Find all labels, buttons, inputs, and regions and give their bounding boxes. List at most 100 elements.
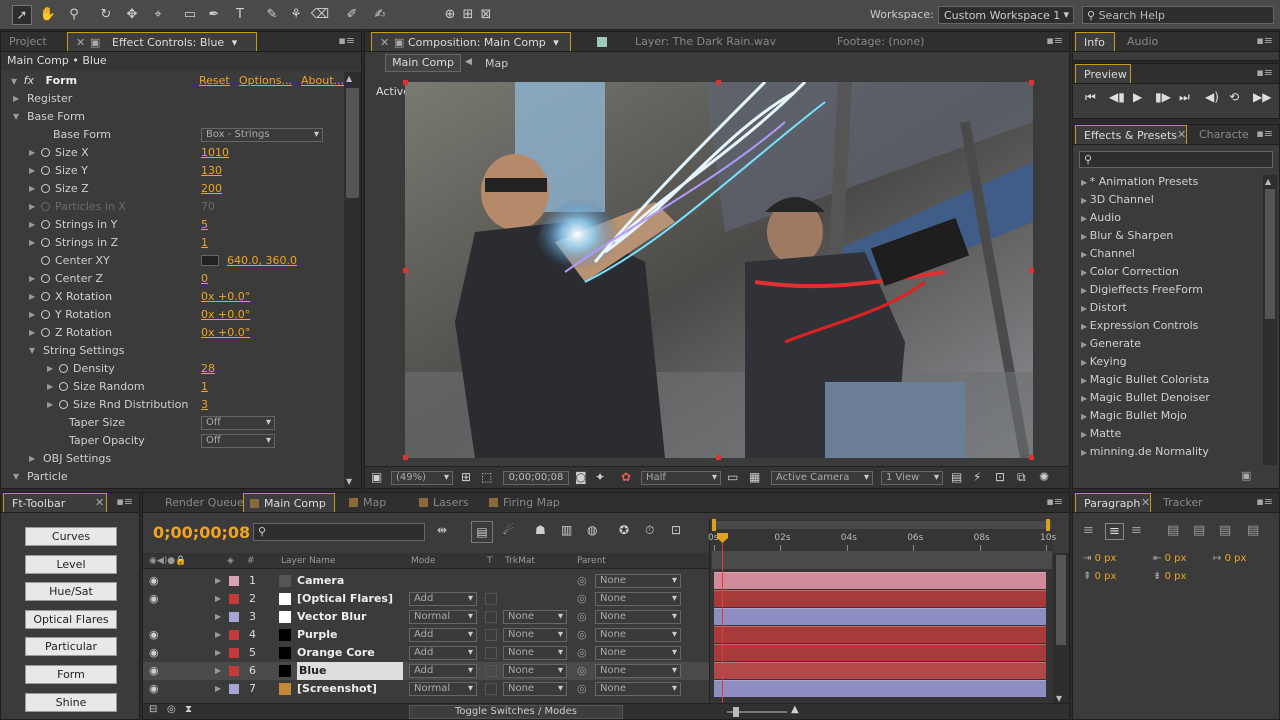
stopwatch-icon[interactable] (41, 256, 50, 265)
layer-name[interactable]: Orange Core (297, 644, 403, 662)
tab-effect-controls[interactable]: ✕ ▣ Effect Controls: Blue ▾ (67, 32, 257, 51)
scrollbar-thumb[interactable] (1265, 189, 1275, 319)
expand-triangle-icon[interactable]: ▼ (13, 468, 19, 486)
effects-category[interactable]: ▶ Color Correction (1081, 263, 1179, 281)
property-value[interactable]: 0 (201, 270, 208, 288)
stopwatch-icon[interactable] (41, 148, 50, 157)
property-row[interactable]: ▼ Particle (1, 468, 343, 486)
panel-menu-icon[interactable]: ▪≡ (1256, 127, 1273, 140)
roto-brush-tool-icon[interactable]: ✐ (342, 5, 362, 25)
camera-view-dropdown[interactable]: Active Camera (771, 471, 873, 485)
property-row[interactable]: ▶ X Rotation 0x +0.0° (1, 288, 343, 306)
tab-preview[interactable]: Preview (1075, 64, 1131, 83)
blend-mode-dropdown[interactable]: Add (409, 592, 477, 606)
ram-preview-icon[interactable]: ▶▶ (1253, 90, 1271, 104)
visibility-eye-icon[interactable]: ◉ (149, 590, 159, 608)
expand-triangle-icon[interactable]: ▶ (29, 450, 35, 468)
property-value[interactable]: 0x +0.0° (201, 324, 250, 342)
axis-mode-icon[interactable]: ⊕ (440, 5, 460, 25)
effects-category[interactable]: ▶ Blur & Sharpen (1081, 227, 1173, 245)
parent-dropdown[interactable]: None (595, 664, 681, 678)
property-row[interactable]: ▶ Strings in Z 1 (1, 234, 343, 252)
align-center-icon[interactable]: ≡ (1105, 523, 1124, 540)
puppet-tool-icon[interactable]: ✍ (370, 5, 390, 25)
expand-triangle-icon[interactable]: ▶ (1081, 232, 1090, 241)
expand-triangle-icon[interactable]: ▶ (215, 572, 221, 590)
expand-triangle-icon[interactable]: ▶ (1081, 340, 1090, 349)
expand-triangle-icon[interactable]: ▶ (1081, 358, 1090, 367)
label-color-swatch[interactable] (229, 684, 239, 694)
close-icon[interactable]: ✕ (95, 496, 104, 509)
expand-triangle-icon[interactable]: ▶ (29, 270, 35, 288)
label-color-swatch[interactable] (229, 594, 239, 604)
eraser-tool-icon[interactable]: ⌫ (310, 5, 330, 25)
property-row[interactable]: Taper Opacity Off (1, 432, 343, 450)
layer-row[interactable]: ◉ ▶ 5 Orange Core Add None ◎ None (143, 644, 709, 662)
close-icon[interactable]: ✕ (76, 33, 85, 51)
expand-triangle-icon[interactable]: ▶ (215, 644, 221, 662)
layer-row[interactable]: ▶ 3 Vector Blur Normal None ◎ None (143, 608, 709, 626)
justify-right-icon[interactable]: ▤ (1219, 523, 1231, 538)
justify-all-icon[interactable]: ▤ (1247, 523, 1259, 538)
indent-left-value[interactable]: 0 px (1095, 553, 1117, 564)
visibility-eye-icon[interactable]: ◉ (149, 680, 159, 698)
pick-whip-icon[interactable]: ◎ (577, 608, 587, 626)
tab-audio[interactable]: Audio (1119, 32, 1166, 51)
parent-dropdown[interactable]: None (595, 592, 681, 606)
property-value[interactable]: 0x +0.0° (201, 306, 250, 324)
effects-category[interactable]: ▶ Generate (1081, 335, 1141, 353)
close-icon[interactable]: ✕ (1141, 496, 1150, 509)
auto-keyframe-icon[interactable]: ⏱ (645, 523, 654, 538)
pick-whip-icon[interactable]: ◎ (577, 572, 587, 590)
bounding-handle[interactable] (1029, 455, 1034, 460)
property-row[interactable]: ▶ Size Y 130 (1, 162, 343, 180)
effects-category[interactable]: ▶ Digieffects FreeForm (1081, 281, 1203, 299)
expand-triangle-icon[interactable]: ▶ (1081, 448, 1090, 457)
last-frame-icon[interactable]: ⏭ (1179, 90, 1190, 105)
work-area-end-handle[interactable] (1046, 519, 1050, 531)
tab-effects-presets[interactable]: Effects & Presets (1075, 125, 1187, 144)
effects-category[interactable]: ▶ minning.de Normality (1081, 443, 1209, 461)
search-help-input[interactable]: ⚲ Search Help (1082, 6, 1274, 24)
property-dropdown[interactable]: Box - Strings (201, 128, 323, 142)
preserve-transparency-checkbox[interactable] (485, 647, 497, 659)
blend-mode-dropdown[interactable]: Normal (409, 610, 477, 624)
ft-button-form[interactable]: Form (25, 665, 117, 684)
bounding-handle[interactable] (403, 268, 408, 273)
close-icon[interactable]: ✕ (380, 33, 389, 51)
property-value[interactable]: 28 (201, 360, 215, 378)
frame-blending-icon[interactable]: ▥ (561, 523, 572, 537)
first-frame-icon[interactable]: ⏮ (1085, 90, 1096, 105)
pick-whip-icon[interactable]: ◎ (577, 590, 587, 608)
scroll-down-icon[interactable]: ▼ (1056, 694, 1062, 703)
property-row[interactable]: ▶ Size Z 200 (1, 180, 343, 198)
toggle-switches-modes-button[interactable]: Toggle Switches / Modes (409, 705, 623, 719)
tab-paragraph[interactable]: Paragraph (1075, 493, 1151, 512)
expand-triangle-icon[interactable]: ▶ (215, 626, 221, 644)
view-axis-icon[interactable]: ⊠ (476, 5, 496, 25)
property-value[interactable]: 200 (201, 180, 222, 198)
blend-mode-dropdown[interactable]: Add (409, 628, 477, 642)
indent-right-field[interactable]: ⇤ 0 px (1153, 553, 1186, 564)
property-value[interactable]: 70 (201, 198, 215, 216)
lock-icon[interactable]: ▣ (394, 33, 404, 51)
pan-behind-tool-icon[interactable]: ⌖ (148, 5, 168, 25)
expand-triangle-icon[interactable]: ▼ (11, 77, 17, 86)
property-dropdown[interactable]: Off (201, 416, 275, 430)
flowchart-icon[interactable]: ⧉ (1017, 470, 1026, 485)
stopwatch-icon[interactable] (59, 382, 68, 391)
brainstorm-icon[interactable]: ✪ (619, 523, 629, 537)
fx-icon[interactable]: fx (24, 74, 34, 87)
brush-tool-icon[interactable]: ✎ (262, 5, 282, 25)
parent-dropdown[interactable]: None (595, 646, 681, 660)
property-row[interactable]: ▶ Strings in Y 5 (1, 216, 343, 234)
property-row[interactable]: ▶ Y Rotation 0x +0.0° (1, 306, 343, 324)
timeline-icon[interactable]: ⊡ (995, 470, 1005, 484)
stopwatch-icon[interactable] (41, 292, 50, 301)
tab-timeline-firing-map[interactable]: Firing Map (483, 493, 568, 512)
tab-character[interactable]: Characte (1191, 125, 1257, 144)
title-safe-icon[interactable]: ⬚ (481, 470, 492, 484)
bounding-handle[interactable] (1029, 80, 1034, 85)
transfer-controls-icon[interactable]: ◎ (167, 704, 176, 715)
panel-menu-icon[interactable]: ▪≡ (338, 34, 355, 47)
